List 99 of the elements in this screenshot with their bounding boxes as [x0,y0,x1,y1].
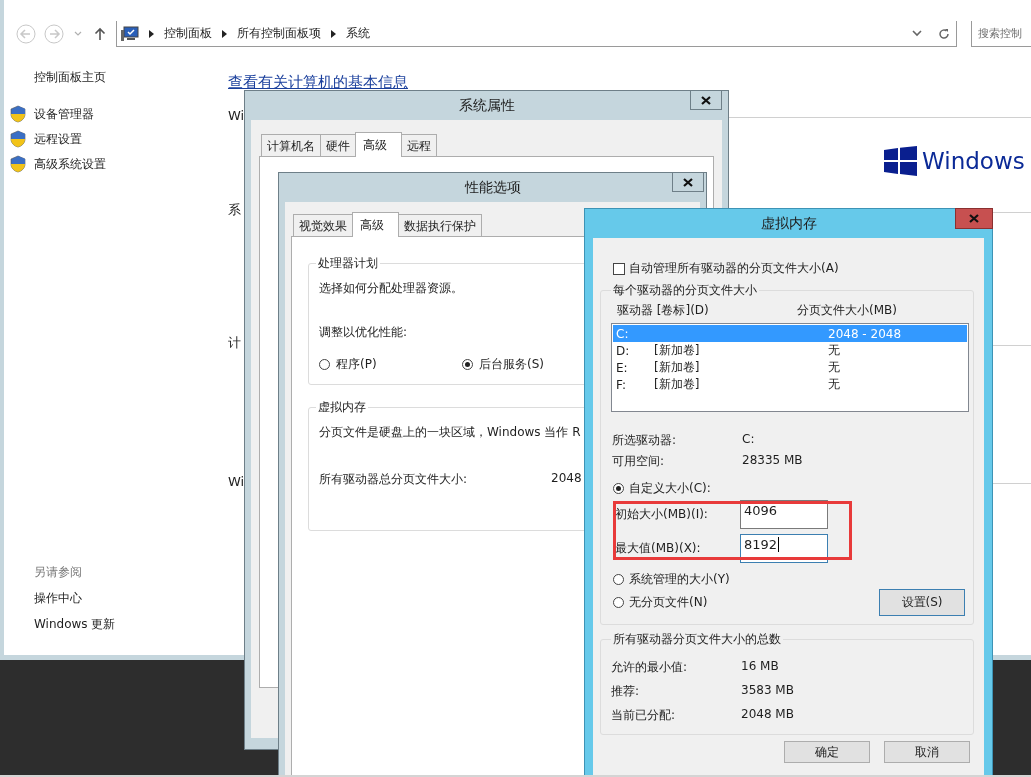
group-title: 处理器计划 [317,255,379,272]
close-button[interactable] [672,172,704,192]
drive-cell-text: F: [616,377,627,392]
field-value: C: [742,432,755,448]
breadcrumb-item[interactable]: 所有控制面板项 [237,25,321,42]
dialog-button[interactable]: 取消 [884,741,970,763]
set-button[interactable]: 设置(S) [879,589,965,616]
field-label: 推荐: [611,683,641,700]
tab[interactable]: 高级 [355,132,402,157]
field-value: 16 MB [741,659,779,675]
field-label: 当前已分配: [611,707,677,724]
tab[interactable]: 视觉效果 [293,214,353,236]
field-value: 2048 [551,471,582,487]
radio-button[interactable] [613,483,624,494]
section-text: 计 [228,334,241,352]
tab[interactable]: 高级 [352,212,399,237]
option-label[interactable]: 无分页文件(N) [629,594,708,611]
size-cell: 2048 - 2048 [828,326,902,341]
tab[interactable]: 计算机名 [261,134,321,156]
window-title: 性能选项 [464,178,521,197]
radio-button[interactable] [319,359,330,370]
up-arrow-icon[interactable] [94,27,106,41]
group-title: 每个驱动器的分页文件大小 [612,282,758,299]
input-field[interactable]: 4096 [740,500,828,529]
drive-cell-text: D: [616,343,631,358]
shield-icon [10,130,26,148]
prompt-text: 调整以优化性能: [319,324,408,341]
section-text: 系 [228,201,241,219]
tab[interactable]: 远程 [401,134,437,156]
sidebar-link[interactable]: 高级系统设置 [34,155,106,173]
windows-logo-icon [884,146,918,176]
field-value: 3583 MB [741,683,794,699]
sidebar-link[interactable]: 操作中心 [34,590,228,607]
chevron-icon [222,29,227,38]
volume-label-cell: [新加卷] [654,343,700,357]
address-bar[interactable]: 控制面板 所有控制面板项 系统 [116,21,957,47]
radio-button[interactable] [462,359,473,370]
section-text: Wi [228,108,245,123]
chevron-icon [331,29,336,38]
list-row[interactable]: E: [新加卷] 无 [613,359,967,376]
radio-button[interactable] [613,574,624,585]
shield-icon [10,155,26,173]
section-label: 另请参阅 [34,564,83,581]
field-value: 2048 MB [741,707,794,723]
option-label[interactable]: 自定义大小(C): [629,480,711,497]
size-cell: 无 [828,359,840,376]
sidebar-link[interactable]: 设备管理器 [34,105,94,123]
column-header: 驱动器 [卷标](D) [617,302,710,319]
close-icon [683,177,693,187]
close-icon [701,95,711,105]
checkbox-label[interactable]: 自动管理所有驱动器的分页文件大小(A) [629,260,839,277]
group-title: 所有驱动器分页文件大小的总数 [612,631,782,648]
breadcrumb-item[interactable]: 系统 [346,25,370,42]
volume-label-cell: [新加卷] [654,360,700,374]
field-label: 初始大小(MB)(I): [615,506,709,523]
close-button[interactable] [690,90,722,110]
radio-button[interactable] [613,597,624,608]
drive-cell-text: E: [616,360,629,375]
close-icon [969,214,979,223]
dialog-button[interactable]: 确定 [784,741,870,763]
description-text: 选择如何分配处理器资源。 [319,280,463,297]
section-text: Wi [228,474,245,489]
chevron-icon [149,29,154,38]
sidebar-link[interactable]: 远程设置 [34,130,82,148]
search-field[interactable]: 搜索控制 [971,21,1031,47]
field-label: 可用空间: [612,453,666,470]
sidebar-link[interactable]: 控制面板主页 [34,69,228,86]
column-header: 分页文件大小(MB) [797,302,897,319]
description-text: 分页文件是硬盘上的一块区域，Windows 当作 R [319,424,581,441]
window-title: 系统属性 [458,96,515,115]
field-value: 4096 [744,503,778,518]
field-label: 所有驱动器总分页文件大小: [319,471,468,488]
field-value: 28335 MB [742,453,803,469]
list-row[interactable]: D: [新加卷] 无 [613,342,967,359]
size-cell: 无 [828,376,840,393]
dropdown-icon[interactable] [912,30,922,37]
size-cell: 无 [828,342,840,359]
breadcrumb-item[interactable]: 控制面板 [164,25,212,42]
field-label: 所选驱动器: [612,432,678,449]
shield-icon [10,105,26,123]
sidebar-link[interactable]: Windows 更新 [34,616,228,633]
field-label: 允许的最小值: [611,659,689,676]
logo-text: Windows [922,147,1025,176]
option-label[interactable]: 后台服务(S) [479,356,544,373]
window-title: 虚拟内存 [760,214,817,233]
field-label: 最大值(MB)(X): [615,540,702,557]
drive-cell-text: C: [616,326,630,341]
group-title: 虚拟内存 [317,399,367,416]
option-label[interactable]: 系统管理的大小(Y) [629,571,730,588]
option-label[interactable]: 程序(P) [336,356,377,373]
computer-icon [121,25,139,42]
volume-label-cell: [新加卷] [654,377,700,391]
page-heading[interactable]: 查看有关计算机的基本信息 [228,73,408,92]
checkbox[interactable] [613,262,625,275]
input-field[interactable]: 8192 [740,534,828,563]
field-value: 8192 [744,537,778,552]
list-row[interactable]: F: [新加卷] 无 [613,376,967,393]
refresh-icon[interactable] [938,27,950,40]
tab[interactable]: 数据执行保护 [398,214,482,236]
